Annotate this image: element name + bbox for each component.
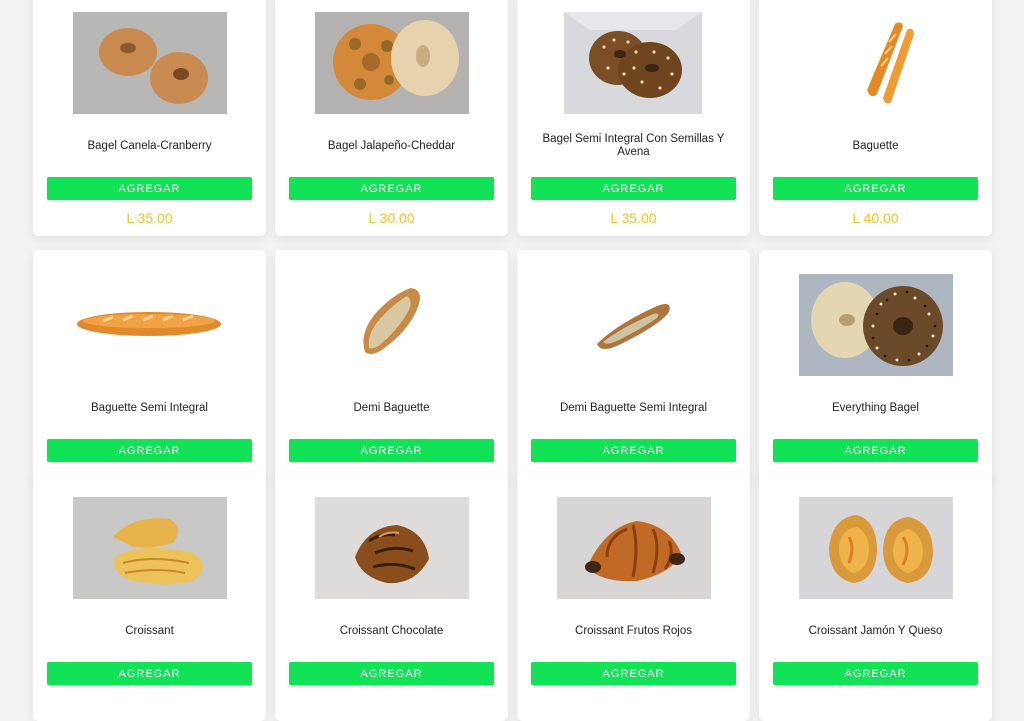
add-to-cart-button[interactable]: AGREGAR <box>531 177 736 200</box>
product-card: Croissant AGREGAR <box>33 473 266 721</box>
product-name: Croissant Jamón Y Queso <box>808 624 943 637</box>
product-card: Bagel Jalapeño-Cheddar AGREGAR L 30.00 <box>275 0 508 236</box>
product-image[interactable] <box>557 497 711 599</box>
product-image[interactable] <box>73 274 227 376</box>
product-price: L 35.00 <box>126 210 173 226</box>
product-name: Everything Bagel <box>832 401 919 414</box>
add-to-cart-button[interactable]: AGREGAR <box>289 177 494 200</box>
product-card: Everything Bagel AGREGAR <box>759 250 992 484</box>
croissant-photo-icon <box>315 497 469 599</box>
bagel-photo-icon <box>73 12 227 114</box>
bagel-photo-icon <box>564 12 702 114</box>
baguette-photo-icon <box>315 274 469 376</box>
product-image[interactable] <box>564 12 702 114</box>
product-price: L 40.00 <box>852 210 899 226</box>
product-name: Croissant Chocolate <box>339 624 444 637</box>
baguette-photo-icon <box>799 12 953 114</box>
product-image[interactable] <box>315 12 469 114</box>
product-name: Demi Baguette Semi Integral <box>559 401 708 414</box>
product-name: Bagel Jalapeño-Cheddar <box>327 139 456 152</box>
product-image[interactable] <box>73 12 227 114</box>
add-to-cart-button[interactable]: AGREGAR <box>531 662 736 685</box>
croissant-photo-icon <box>799 497 953 599</box>
add-to-cart-button[interactable]: AGREGAR <box>47 662 252 685</box>
baguette-photo-icon <box>73 274 227 376</box>
baguette-photo-icon <box>557 274 711 376</box>
product-name: Baguette Semi Integral <box>91 401 208 414</box>
product-card: Bagel Canela-Cranberry AGREGAR L 35.00 <box>33 0 266 236</box>
add-to-cart-button[interactable]: AGREGAR <box>289 662 494 685</box>
add-to-cart-button[interactable]: AGREGAR <box>773 662 978 685</box>
product-name: Demi Baguette <box>353 401 430 414</box>
product-image[interactable] <box>799 497 953 599</box>
product-name: Bagel Semi Integral Con Semillas Y Avena <box>542 133 725 158</box>
product-card: Demi Baguette Semi Integral AGREGAR <box>517 250 750 484</box>
product-card: Croissant Jamón Y Queso AGREGAR <box>759 473 992 721</box>
croissant-photo-icon <box>557 497 711 599</box>
add-to-cart-button[interactable]: AGREGAR <box>773 439 978 462</box>
product-image[interactable] <box>73 497 227 599</box>
product-name: Croissant <box>125 624 174 637</box>
add-to-cart-button[interactable]: AGREGAR <box>47 439 252 462</box>
product-card: Croissant Frutos Rojos AGREGAR <box>517 473 750 721</box>
product-image[interactable] <box>315 274 469 376</box>
product-name: Bagel Canela-Cranberry <box>87 139 212 152</box>
add-to-cart-button[interactable]: AGREGAR <box>289 439 494 462</box>
product-image[interactable] <box>799 12 953 114</box>
product-card: Croissant Chocolate AGREGAR <box>275 473 508 721</box>
bagel-photo-icon <box>799 274 953 376</box>
product-card: Baguette AGREGAR L 40.00 <box>759 0 992 236</box>
product-image[interactable] <box>799 274 953 376</box>
product-image[interactable] <box>557 274 711 376</box>
add-to-cart-button[interactable]: AGREGAR <box>773 177 978 200</box>
product-card: Bagel Semi Integral Con Semillas Y Avena… <box>517 0 750 236</box>
product-name: Baguette <box>852 139 899 152</box>
product-card: Baguette Semi Integral AGREGAR <box>33 250 266 484</box>
product-card: Demi Baguette AGREGAR <box>275 250 508 484</box>
croissant-photo-icon <box>73 497 227 599</box>
product-price: L 35.00 <box>610 210 657 226</box>
product-grid: Bagel Canela-Cranberry AGREGAR L 35.00 B… <box>33 0 993 721</box>
product-name: Croissant Frutos Rojos <box>575 624 692 637</box>
product-price: L 30.00 <box>368 210 415 226</box>
add-to-cart-button[interactable]: AGREGAR <box>531 439 736 462</box>
bagel-photo-icon <box>315 12 469 114</box>
add-to-cart-button[interactable]: AGREGAR <box>47 177 252 200</box>
product-image[interactable] <box>315 497 469 599</box>
